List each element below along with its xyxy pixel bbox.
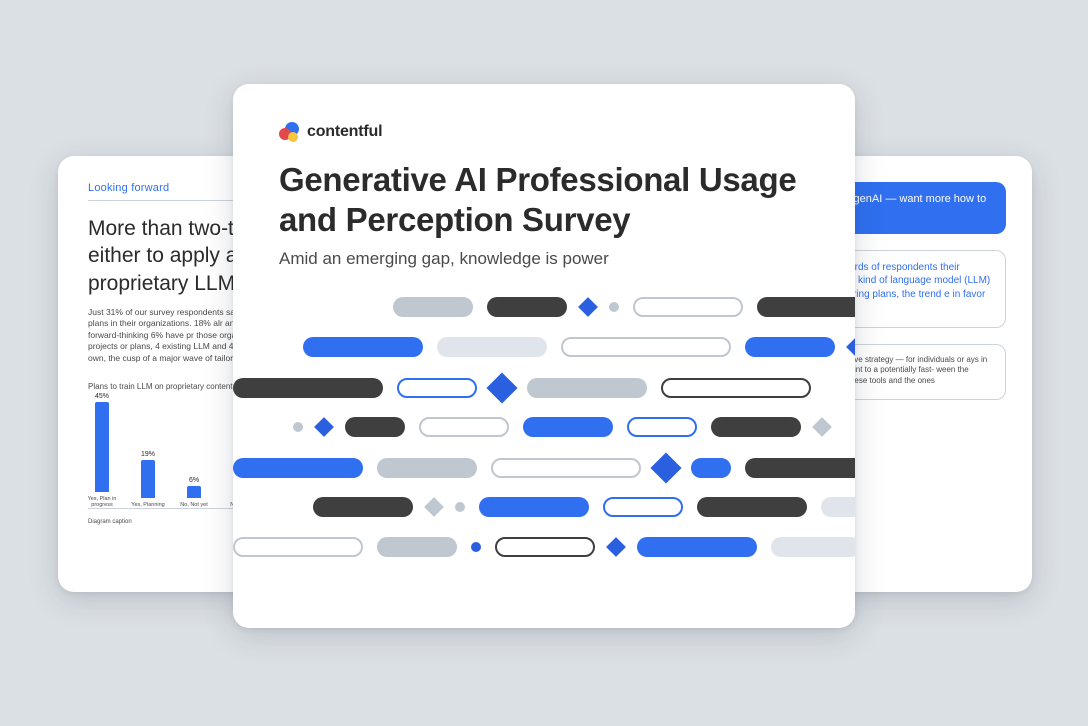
pill-icon	[821, 497, 855, 517]
brand-logo: contentful	[279, 122, 809, 142]
pill-icon	[711, 417, 801, 437]
pill-outline-icon	[491, 458, 641, 478]
diamond-icon	[606, 537, 626, 557]
diamond-icon	[846, 337, 855, 357]
brand-name: contentful	[307, 123, 382, 141]
pill-outline-icon	[633, 297, 743, 317]
diamond-icon	[812, 417, 832, 437]
pill-icon	[745, 458, 855, 478]
pill-outline-icon	[233, 537, 363, 557]
stage: Looking forward More than two-thirds eit…	[0, 0, 1088, 726]
pill-icon	[313, 497, 413, 517]
pill-outline-icon	[661, 378, 811, 398]
pill-icon	[377, 458, 477, 478]
pill-icon	[377, 537, 457, 557]
pill-icon	[479, 497, 589, 517]
dot-icon	[455, 502, 465, 512]
pill-icon	[233, 378, 383, 398]
pill-icon	[757, 297, 855, 317]
diamond-icon	[650, 452, 681, 483]
dot-icon	[609, 302, 619, 312]
pill-icon	[233, 458, 363, 478]
document-subtitle: Amid an emerging gap, knowledge is power	[279, 249, 809, 269]
diamond-icon	[424, 497, 444, 517]
bar: 45%Yes, Plan in progress	[90, 393, 114, 508]
pill-outline-icon	[561, 337, 731, 357]
pill-outline-icon	[603, 497, 683, 517]
pill-icon	[771, 537, 855, 557]
pill-icon	[523, 417, 613, 437]
pill-icon	[637, 537, 757, 557]
pill-icon	[697, 497, 807, 517]
pill-icon	[745, 337, 835, 357]
pill-outline-icon	[419, 417, 509, 437]
decorative-pattern	[279, 291, 809, 591]
pill-icon	[691, 458, 731, 478]
pill-icon	[487, 297, 567, 317]
document-title: Generative AI Professional Usage and Per…	[279, 160, 799, 241]
pill-outline-icon	[397, 378, 477, 398]
dot-icon	[293, 422, 303, 432]
dot-icon	[471, 542, 481, 552]
diamond-icon	[486, 372, 517, 403]
diamond-icon	[314, 417, 334, 437]
pill-icon	[393, 297, 473, 317]
pill-icon	[437, 337, 547, 357]
pill-icon	[527, 378, 647, 398]
pill-outline-icon	[627, 417, 697, 437]
pill-outline-icon	[495, 537, 595, 557]
bar: 6%No, Not yet	[182, 477, 206, 508]
bar: 19%Yes, Planning	[136, 451, 160, 508]
diamond-icon	[578, 297, 598, 317]
logo-mark-icon	[279, 122, 299, 142]
front-card: contentful Generative AI Professional Us…	[233, 84, 855, 628]
pill-icon	[303, 337, 423, 357]
pill-icon	[345, 417, 405, 437]
